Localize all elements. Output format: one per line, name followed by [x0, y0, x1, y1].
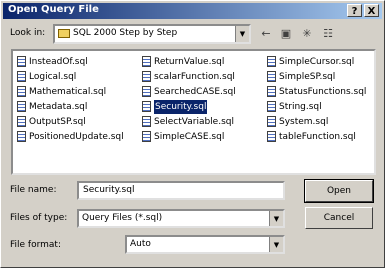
sql-file-icon [142, 100, 151, 112]
sql-file-icon [17, 115, 26, 127]
chevron-down-icon[interactable]: ▼ [269, 211, 283, 226]
file-name-input[interactable]: Security.sql [77, 181, 285, 200]
look-in-dropdown[interactable]: SQL 2000 Step by Step ▼ [53, 24, 251, 44]
files-of-type-dropdown[interactable]: Query Files (*.sql) ▼ [77, 209, 285, 228]
cancel-button[interactable]: Cancel [305, 207, 373, 229]
files-of-type-value: Query Files (*.sql) [82, 213, 163, 223]
file-item[interactable]: String.sql [267, 100, 322, 114]
file-item[interactable]: OutputSP.sql [17, 115, 86, 129]
folder-icon [58, 29, 70, 38]
files-of-type-label: Files of type: [10, 213, 68, 223]
close-button[interactable]: X [364, 4, 379, 17]
sql-file-icon [142, 55, 151, 67]
sql-file-icon [267, 115, 276, 127]
sql-file-icon [17, 55, 26, 67]
back-arrow-icon[interactable]: ← [257, 26, 275, 42]
sql-file-icon [142, 70, 151, 82]
help-button[interactable]: ? [347, 4, 362, 17]
look-in-label: Look in: [10, 28, 46, 38]
file-name-label: File name: [10, 185, 57, 195]
chevron-down-icon[interactable]: ▼ [269, 237, 283, 252]
sql-file-icon [142, 130, 151, 142]
file-item[interactable]: InsteadOf.sql [17, 55, 88, 69]
file-item[interactable]: SimpleCursor.sql [267, 55, 354, 69]
sql-file-icon [267, 130, 276, 142]
file-item[interactable]: scalarFunction.sql [142, 70, 235, 84]
sql-file-icon [267, 100, 276, 112]
file-format-label: File format: [10, 240, 61, 250]
sql-file-icon [267, 55, 276, 67]
file-item[interactable]: SearchedCASE.sql [142, 85, 236, 99]
dialog-title: Open Query File [8, 4, 99, 15]
file-item[interactable]: tableFunction.sql [267, 130, 356, 144]
file-item[interactable]: Mathematical.sql [17, 85, 106, 99]
new-folder-icon[interactable]: ✳ [298, 26, 316, 42]
file-item[interactable]: System.sql [267, 115, 328, 129]
open-query-file-dialog: Open Query File ? X Look in: SQL 2000 St… [0, 0, 385, 268]
up-folder-icon[interactable]: ▣ [277, 26, 295, 42]
sql-file-icon [17, 85, 26, 97]
file-item[interactable]: SelectVariable.sql [142, 115, 234, 129]
file-item[interactable]: SimpleCASE.sql [142, 130, 224, 144]
file-item[interactable]: SimpleSP.sql [267, 70, 335, 84]
look-in-value: SQL 2000 Step by Step [73, 28, 178, 38]
sql-file-icon [17, 100, 26, 112]
sql-file-icon [17, 130, 26, 142]
file-item[interactable]: Metadata.sql [17, 100, 87, 114]
sql-file-icon [142, 115, 151, 127]
file-item-selected[interactable]: Security.sql [142, 100, 208, 114]
chevron-down-icon[interactable]: ▼ [235, 26, 249, 42]
file-format-value: Auto [130, 239, 151, 249]
file-item[interactable]: ReturnValue.sql [142, 55, 224, 69]
sql-file-icon [267, 85, 276, 97]
title-bar[interactable]: Open Query File ? X [3, 3, 382, 19]
sql-file-icon [267, 70, 276, 82]
sql-file-icon [142, 85, 151, 97]
file-list[interactable]: InsteadOf.sql Logical.sql Mathematical.s… [11, 49, 376, 175]
file-item[interactable]: StatusFunctions.sql [267, 85, 366, 99]
file-item[interactable]: Logical.sql [17, 70, 76, 84]
file-item[interactable]: PositionedUpdate.sql [17, 130, 124, 144]
file-format-dropdown[interactable]: Auto ▼ [125, 235, 285, 254]
sql-file-icon [17, 70, 26, 82]
open-button[interactable]: Open [304, 179, 374, 203]
file-name-value: Security.sql [83, 185, 135, 195]
views-menu-icon[interactable]: ☷ [319, 26, 337, 42]
